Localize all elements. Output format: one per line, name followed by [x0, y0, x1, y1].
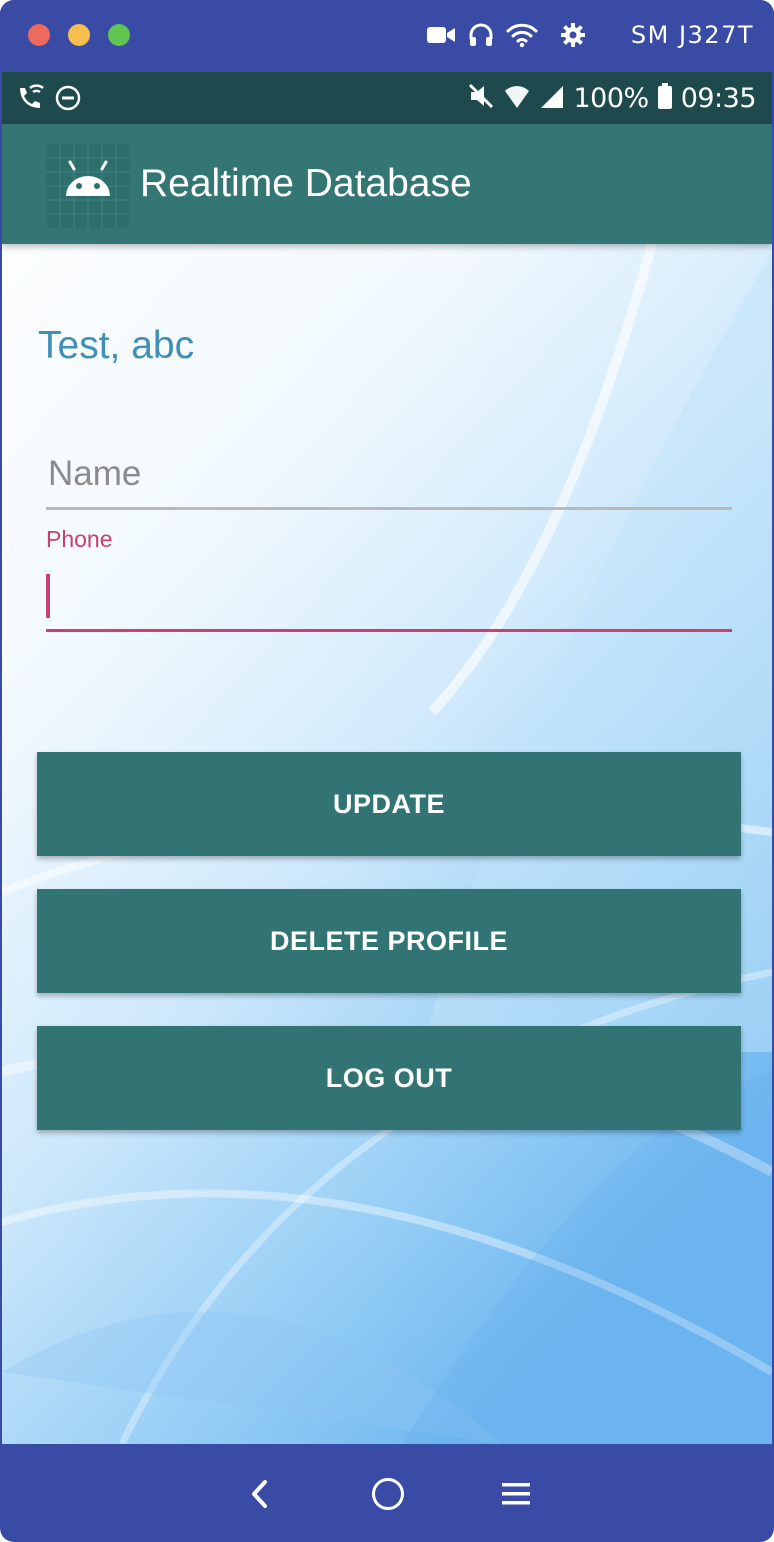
- wifi-calling-icon: [16, 84, 46, 117]
- battery-percentage: 100%: [573, 82, 649, 114]
- mute-icon: [467, 82, 495, 115]
- battery-icon: [657, 82, 673, 115]
- window-title-bar: SM J327T: [0, 0, 774, 72]
- phone-field[interactable]: [46, 564, 732, 632]
- cell-signal-icon: [539, 82, 565, 115]
- phone-input[interactable]: [56, 564, 726, 628]
- delete-profile-button[interactable]: DELETE PROFILE: [37, 889, 741, 993]
- status-time: 09:35: [680, 82, 757, 114]
- gear-icon[interactable]: [560, 22, 586, 48]
- do-not-disturb-icon: [54, 84, 82, 117]
- android-icon: [46, 144, 130, 228]
- app-title: Realtime Database: [140, 162, 472, 205]
- name-field[interactable]: [46, 444, 732, 510]
- close-window-button[interactable]: [28, 24, 50, 46]
- update-button[interactable]: UPDATE: [37, 752, 741, 856]
- text-cursor: [46, 574, 50, 618]
- minimize-window-button[interactable]: [68, 24, 90, 46]
- app-bar: Realtime Database: [2, 124, 772, 244]
- user-greeting: Test, abc: [38, 324, 195, 367]
- wifi-icon[interactable]: [506, 22, 538, 48]
- name-input[interactable]: [46, 444, 732, 504]
- title-bar-icons: [426, 18, 586, 52]
- maximize-window-button[interactable]: [108, 24, 130, 46]
- profile-content: Test, abc Phone UPDATE DELETE PROFILE LO…: [2, 244, 772, 1444]
- log-out-button[interactable]: LOG OUT: [37, 1026, 741, 1130]
- phone-field-label: Phone: [46, 526, 113, 552]
- status-bar: 100% 09:35: [2, 72, 772, 124]
- navigation-bar: [2, 1444, 772, 1540]
- wifi-signal-icon: [503, 82, 531, 115]
- device-name: SM J327T: [630, 21, 754, 49]
- phone-screen: 100% 09:35 Realtime Database Test, abc N…: [2, 72, 772, 1444]
- recents-icon[interactable]: [492, 1470, 540, 1518]
- headphones-icon[interactable]: [468, 22, 494, 48]
- home-icon[interactable]: [364, 1470, 412, 1518]
- video-camera-icon[interactable]: [426, 24, 456, 46]
- emulator-window: SM J327T 100% 09:35 Realtime Database Te…: [0, 0, 774, 1542]
- back-icon[interactable]: [236, 1470, 284, 1518]
